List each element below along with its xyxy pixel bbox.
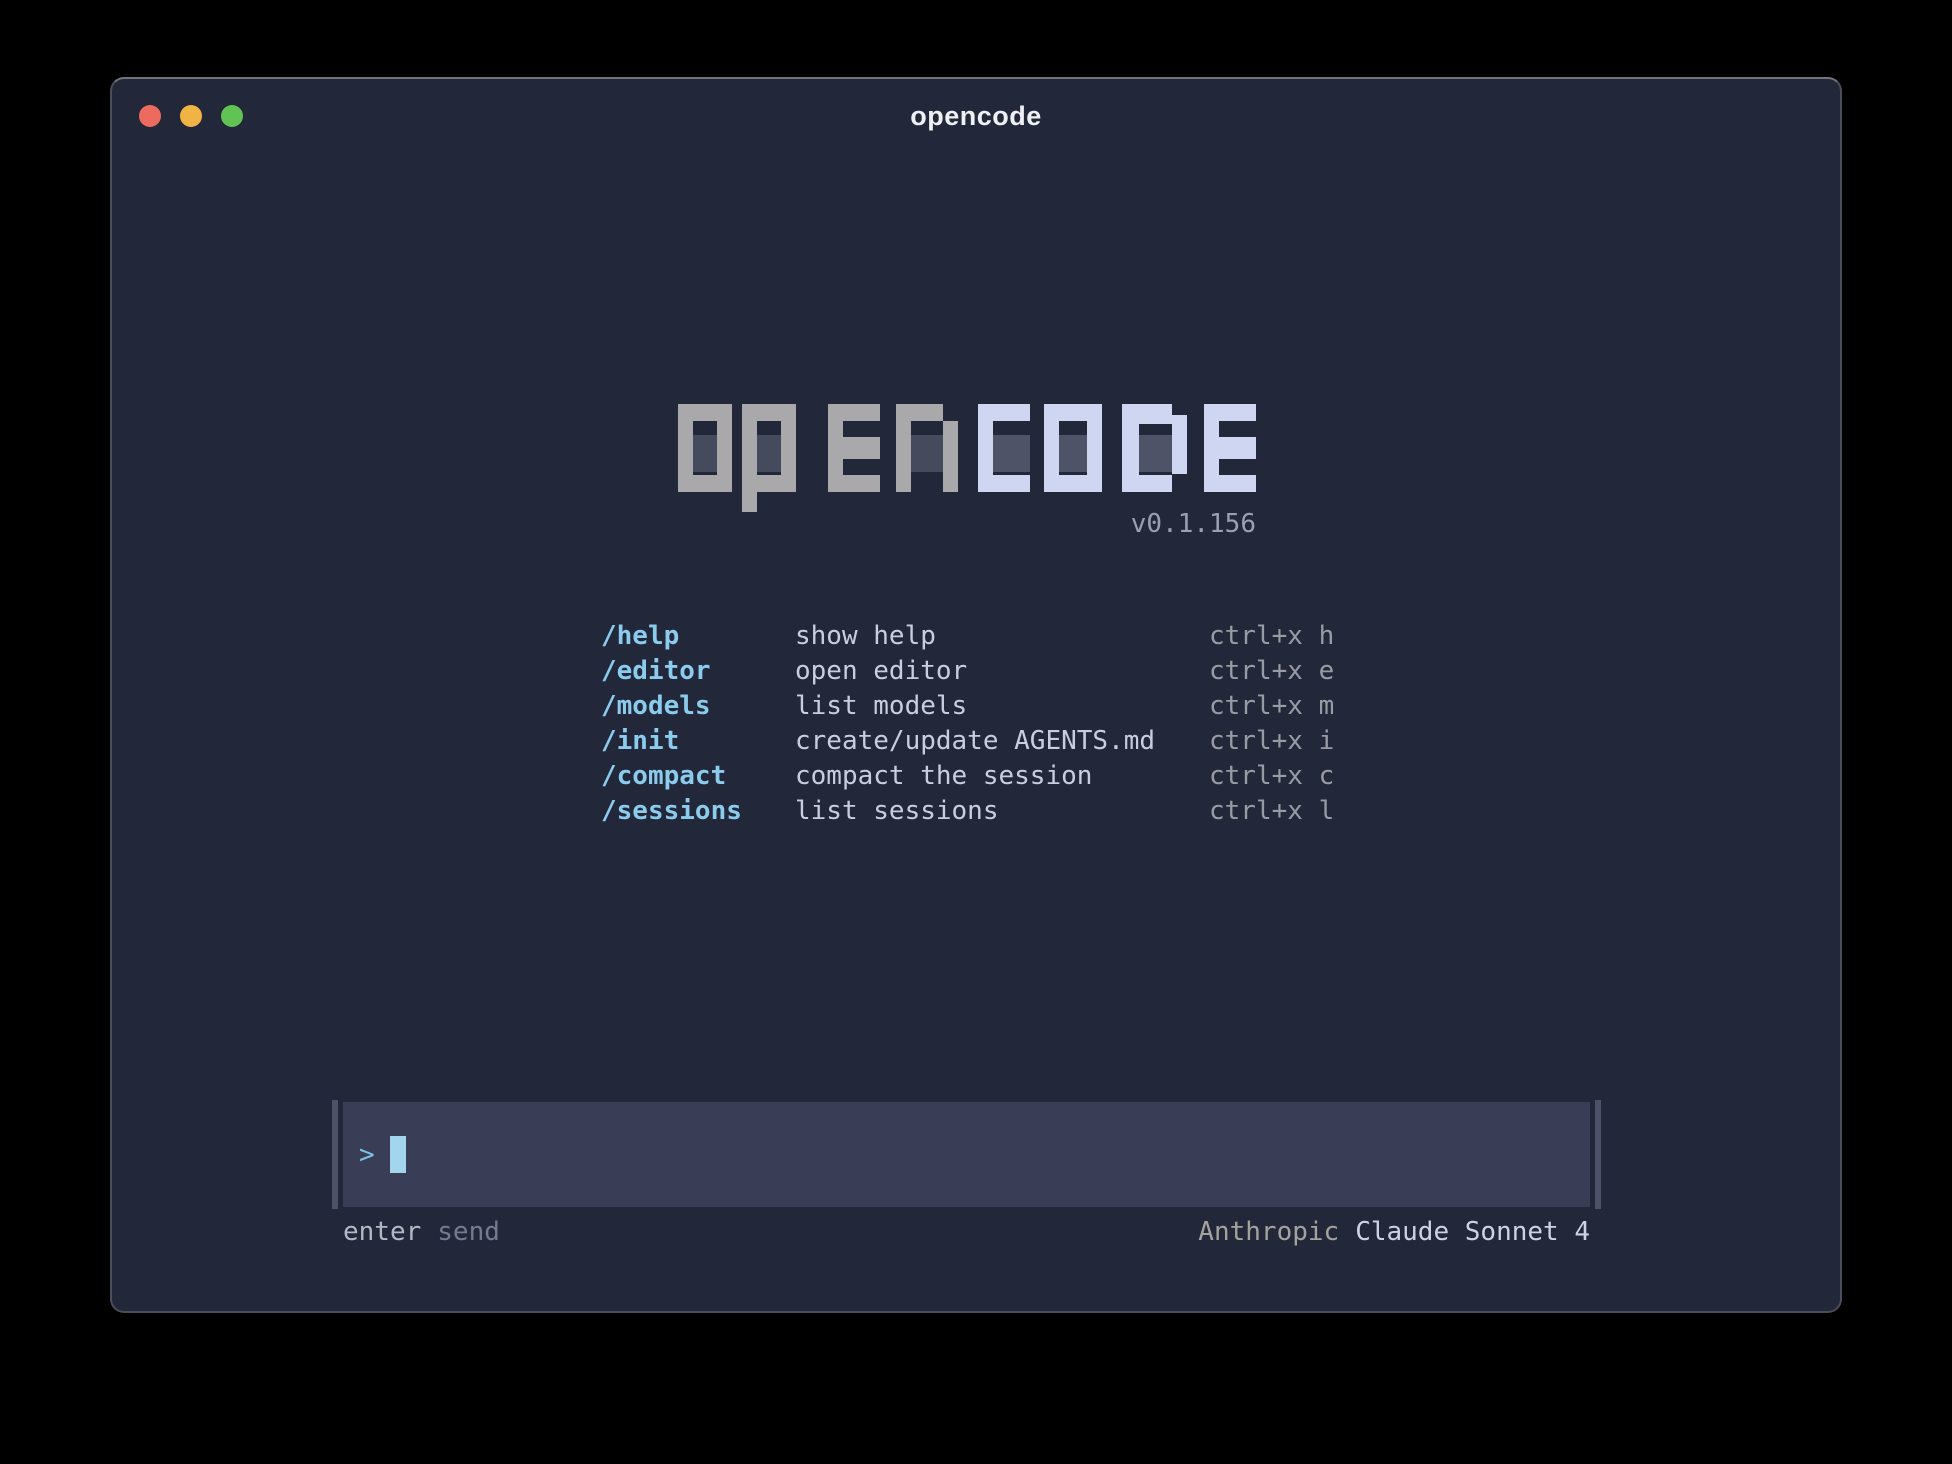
command-shortcut: ctrl+x e [1209, 654, 1334, 689]
logo-letter-p [742, 404, 796, 512]
input-border-left [332, 1100, 338, 1209]
command-name: /sessions [601, 794, 795, 829]
command-shortcut: ctrl+x h [1209, 619, 1334, 654]
command-description: list models [795, 689, 1209, 724]
logo-letter-e2 [1204, 404, 1256, 492]
input-border-right [1595, 1100, 1601, 1209]
logo-letter-e [828, 404, 880, 492]
command-shortcut: ctrl+x c [1209, 759, 1334, 794]
logo-letter-o [678, 404, 732, 492]
command-shortcut: ctrl+x l [1209, 794, 1334, 829]
text-cursor [390, 1136, 406, 1173]
logo-letter-d [1122, 404, 1187, 492]
logo-letter-n [896, 404, 958, 492]
command-name: /compact [601, 759, 795, 794]
prompt-symbol: > [359, 1140, 375, 1170]
opencode-logo: opencode [678, 404, 1256, 518]
command-description: compact the session [795, 759, 1209, 794]
command-name: /editor [601, 654, 795, 689]
message-input[interactable]: > [343, 1102, 1590, 1207]
command-name: /init [601, 724, 795, 759]
command-list: /help show help ctrl+x h /editor open ed… [601, 619, 1334, 829]
titlebar[interactable]: opencode [112, 79, 1840, 139]
provider-label: Anthropic [1198, 1217, 1339, 1247]
command-shortcut: ctrl+x m [1209, 689, 1334, 724]
command-name: /models [601, 689, 795, 724]
hint-key: enter [343, 1217, 421, 1247]
command-description: open editor [795, 654, 1209, 689]
send-hint: enter send [343, 1217, 500, 1247]
hint-action: send [437, 1217, 500, 1247]
command-name: /help [601, 619, 795, 654]
command-description: list sessions [795, 794, 1209, 829]
model-label: Claude Sonnet 4 [1355, 1217, 1590, 1247]
opencode-window: opencode opencode [110, 77, 1842, 1313]
status-bar: enter send Anthropic Claude Sonnet 4 [343, 1217, 1590, 1247]
command-shortcut: ctrl+x i [1209, 724, 1334, 759]
model-indicator[interactable]: Anthropic Claude Sonnet 4 [1198, 1217, 1590, 1247]
window-title: opencode [112, 101, 1840, 132]
logo-letter-c [978, 404, 1030, 492]
command-description: create/update AGENTS.md [795, 724, 1209, 759]
logo-letter-o2 [1044, 404, 1102, 492]
version-label: v0.1.156 [678, 509, 1256, 539]
command-description: show help [795, 619, 1209, 654]
